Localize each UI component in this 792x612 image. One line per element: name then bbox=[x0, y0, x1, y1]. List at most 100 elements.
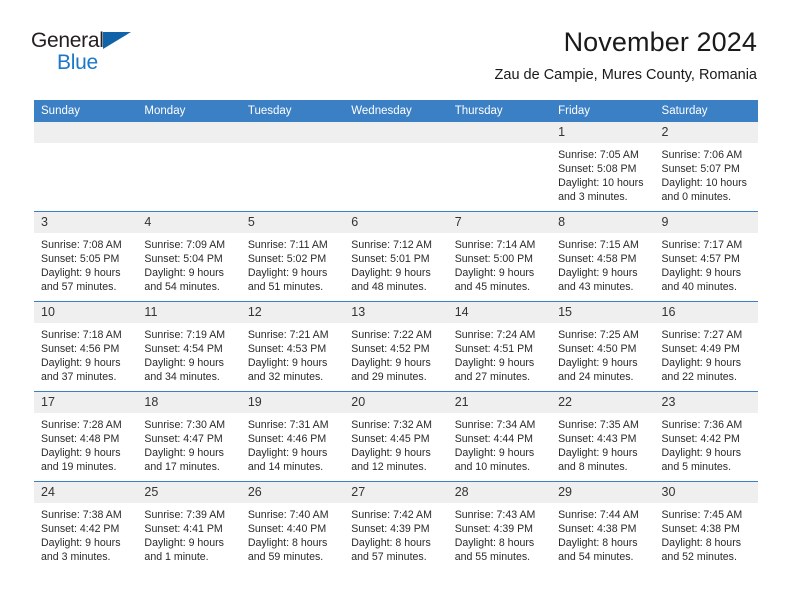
generalblue-logo[interactable]: General Blue bbox=[31, 28, 149, 78]
day-sun-details: Sunrise: 7:35 AM Sunset: 4:43 PM Daylight:… bbox=[551, 413, 654, 474]
sunrise-text: Sunrise: 7:32 AM bbox=[351, 419, 432, 432]
calendar-day-cell[interactable]: 20 Sunrise: 7:32 AM Sunset: 4:45 PM Dayligh… bbox=[344, 391, 448, 482]
sunset-text: Sunset: 4:56 PM bbox=[41, 343, 120, 356]
day-cell-inner: 22 Sunrise: 7:35 AM Sunset: 4:43 PM Dayligh… bbox=[551, 392, 655, 481]
day-number bbox=[344, 122, 448, 144]
calendar-week-row: 3 Sunrise: 7:08 AM Sunset: 5:05 PM Daylight… bbox=[34, 211, 758, 302]
sunrise-text: Sunrise: 7:05 AM bbox=[558, 149, 639, 162]
weekday-header-row: Sunday Monday Tuesday Wednesday Thursday… bbox=[34, 100, 758, 123]
calendar-day-cell[interactable]: 13 Sunrise: 7:22 AM Sunset: 4:52 PM Dayligh… bbox=[344, 301, 448, 392]
calendar-day-cell[interactable]: 25 Sunrise: 7:39 AM Sunset: 4:41 PM Dayligh… bbox=[137, 481, 241, 572]
calendar-day-cell[interactable]: 28 Sunrise: 7:43 AM Sunset: 4:39 PM Dayligh… bbox=[447, 481, 552, 572]
sunset-text: Sunset: 5:02 PM bbox=[247, 253, 327, 266]
day-sun-details: Sunrise: 7:21 AM Sunset: 4:53 PM Daylight:… bbox=[241, 323, 344, 384]
calendar-header-row-group: Sunday Monday Tuesday Wednesday Thursday… bbox=[34, 100, 758, 123]
sunrise-text: Sunrise: 7:36 AM bbox=[661, 419, 743, 432]
day-sun-details: Sunrise: 7:12 AM Sunset: 5:01 PM Daylight:… bbox=[344, 233, 447, 294]
calendar-week-row: 24 Sunrise: 7:38 AM Sunset: 4:42 PM Dayligh… bbox=[34, 481, 758, 572]
calendar-day-cell[interactable]: 9 Sunrise: 7:17 AM Sunset: 4:57 PM Daylight… bbox=[654, 211, 758, 302]
day-cell-inner: 9 Sunrise: 7:17 AM Sunset: 4:57 PM Daylight… bbox=[654, 212, 758, 301]
calendar-day-cell[interactable]: 22 Sunrise: 7:35 AM Sunset: 4:43 PM Dayligh… bbox=[551, 391, 655, 482]
day-number: 1 bbox=[551, 122, 655, 144]
calendar-day-cell[interactable]: 15 Sunrise: 7:25 AM Sunset: 4:50 PM Dayligh… bbox=[551, 301, 655, 392]
day-number: 29 bbox=[551, 482, 655, 504]
calendar-day-cell[interactable]: 11 Sunrise: 7:19 AM Sunset: 4:54 PM Dayligh… bbox=[137, 301, 241, 392]
day-cell-inner: 17 Sunrise: 7:28 AM Sunset: 4:48 PM Dayligh… bbox=[34, 392, 138, 481]
day-cell-inner bbox=[137, 122, 241, 211]
day-cell-inner: 28 Sunrise: 7:43 AM Sunset: 4:39 PM Dayligh… bbox=[447, 482, 552, 571]
sunrise-text: Sunrise: 7:45 AM bbox=[661, 509, 743, 522]
calendar-day-cell-empty bbox=[240, 122, 345, 212]
sunset-text: Sunset: 4:41 PM bbox=[144, 523, 223, 536]
day-cell-inner: 16 Sunrise: 7:27 AM Sunset: 4:49 PM Dayligh… bbox=[654, 302, 758, 391]
calendar-week-row: 10 Sunrise: 7:18 AM Sunset: 4:56 PM Dayligh… bbox=[34, 301, 758, 392]
calendar-day-cell[interactable]: 26 Sunrise: 7:40 AM Sunset: 4:40 PM Dayligh… bbox=[240, 481, 345, 572]
day-number: 9 bbox=[654, 212, 758, 234]
calendar-day-cell[interactable]: 12 Sunrise: 7:21 AM Sunset: 4:53 PM Dayligh… bbox=[240, 301, 345, 392]
day-cell-inner: 13 Sunrise: 7:22 AM Sunset: 4:52 PM Dayligh… bbox=[344, 302, 448, 391]
calendar-day-cell[interactable]: 3 Sunrise: 7:08 AM Sunset: 5:05 PM Daylight… bbox=[34, 211, 138, 302]
daylight-text: Daylight: 9 hours and 3 minutes. bbox=[41, 537, 121, 564]
day-number: 25 bbox=[137, 482, 241, 504]
day-number: 10 bbox=[34, 302, 138, 324]
day-number: 26 bbox=[240, 482, 345, 504]
calendar-day-cell[interactable]: 19 Sunrise: 7:31 AM Sunset: 4:46 PM Dayligh… bbox=[240, 391, 345, 482]
day-sun-details: Sunrise: 7:08 AM Sunset: 5:05 PM Daylight:… bbox=[34, 233, 137, 294]
sunrise-text: Sunrise: 7:15 AM bbox=[558, 239, 639, 252]
logo-text-blue: Blue bbox=[57, 51, 98, 74]
calendar-day-cell[interactable]: 1 Sunrise: 7:05 AM Sunset: 5:08 PM Daylight… bbox=[551, 122, 655, 212]
sunset-text: Sunset: 5:08 PM bbox=[558, 163, 637, 176]
calendar-day-cell[interactable]: 29 Sunrise: 7:44 AM Sunset: 4:38 PM Dayligh… bbox=[551, 481, 655, 572]
day-number bbox=[447, 122, 552, 144]
day-number: 3 bbox=[34, 212, 138, 234]
calendar-day-cell[interactable]: 2 Sunrise: 7:06 AM Sunset: 5:07 PM Daylight… bbox=[654, 122, 758, 212]
day-sun-details: Sunrise: 7:40 AM Sunset: 4:40 PM Daylight:… bbox=[241, 503, 344, 564]
calendar-day-cell[interactable]: 27 Sunrise: 7:42 AM Sunset: 4:39 PM Dayligh… bbox=[344, 481, 448, 572]
location-subtitle: Zau de Campie, Mures County, Romania bbox=[494, 67, 757, 84]
daylight-text: Daylight: 9 hours and 37 minutes. bbox=[41, 357, 121, 384]
calendar-day-cell[interactable]: 6 Sunrise: 7:12 AM Sunset: 5:01 PM Daylight… bbox=[344, 211, 448, 302]
calendar-day-cell[interactable]: 23 Sunrise: 7:36 AM Sunset: 4:42 PM Dayligh… bbox=[654, 391, 758, 482]
sunset-text: Sunset: 5:00 PM bbox=[454, 253, 534, 266]
sunset-text: Sunset: 4:53 PM bbox=[247, 343, 327, 356]
weekday-header-wednesday: Wednesday bbox=[344, 100, 448, 123]
weekday-header-monday: Monday bbox=[137, 100, 241, 123]
day-sun-details: Sunrise: 7:19 AM Sunset: 4:54 PM Daylight:… bbox=[137, 323, 240, 384]
daylight-text: Daylight: 9 hours and 40 minutes. bbox=[661, 267, 742, 294]
calendar-day-cell[interactable]: 16 Sunrise: 7:27 AM Sunset: 4:49 PM Dayligh… bbox=[654, 301, 758, 392]
daylight-text: Daylight: 9 hours and 5 minutes. bbox=[661, 447, 742, 474]
calendar-day-cell[interactable]: 10 Sunrise: 7:18 AM Sunset: 4:56 PM Dayligh… bbox=[34, 301, 138, 392]
sunset-text: Sunset: 4:42 PM bbox=[41, 523, 120, 536]
weekday-header-saturday: Saturday bbox=[654, 100, 758, 123]
day-number: 2 bbox=[654, 122, 758, 144]
calendar-day-cell[interactable]: 8 Sunrise: 7:15 AM Sunset: 4:58 PM Daylight… bbox=[551, 211, 655, 302]
day-sun-details: Sunrise: 7:42 AM Sunset: 4:39 PM Daylight:… bbox=[344, 503, 447, 564]
day-cell-inner: 3 Sunrise: 7:08 AM Sunset: 5:05 PM Daylight… bbox=[34, 212, 138, 301]
calendar-day-cell[interactable]: 18 Sunrise: 7:30 AM Sunset: 4:47 PM Dayligh… bbox=[137, 391, 241, 482]
calendar-day-cell[interactable]: 21 Sunrise: 7:34 AM Sunset: 4:44 PM Dayligh… bbox=[447, 391, 552, 482]
weekday-header-friday: Friday bbox=[551, 100, 655, 123]
sunset-text: Sunset: 5:05 PM bbox=[41, 253, 120, 266]
calendar-day-cell[interactable]: 30 Sunrise: 7:45 AM Sunset: 4:38 PM Dayligh… bbox=[654, 481, 758, 572]
day-cell-inner: 8 Sunrise: 7:15 AM Sunset: 4:58 PM Daylight… bbox=[551, 212, 655, 301]
calendar-day-cell[interactable]: 24 Sunrise: 7:38 AM Sunset: 4:42 PM Dayligh… bbox=[34, 481, 138, 572]
calendar-day-cell[interactable]: 5 Sunrise: 7:11 AM Sunset: 5:02 PM Daylight… bbox=[240, 211, 345, 302]
daylight-text: Daylight: 10 hours and 3 minutes. bbox=[558, 177, 644, 204]
day-number: 4 bbox=[137, 212, 241, 234]
sunset-text: Sunset: 4:50 PM bbox=[558, 343, 637, 356]
calendar-day-cell[interactable]: 7 Sunrise: 7:14 AM Sunset: 5:00 PM Daylight… bbox=[447, 211, 552, 302]
daylight-text: Daylight: 9 hours and 45 minutes. bbox=[454, 267, 535, 294]
day-sun-details: Sunrise: 7:05 AM Sunset: 5:08 PM Daylight:… bbox=[551, 143, 654, 204]
day-cell-inner bbox=[447, 122, 552, 211]
day-number: 24 bbox=[34, 482, 138, 504]
day-sun-details: Sunrise: 7:43 AM Sunset: 4:39 PM Daylight:… bbox=[448, 503, 551, 564]
sunset-text: Sunset: 4:46 PM bbox=[247, 433, 327, 446]
calendar-day-cell[interactable]: 14 Sunrise: 7:24 AM Sunset: 4:51 PM Dayligh… bbox=[447, 301, 552, 392]
daylight-text: Daylight: 9 hours and 14 minutes. bbox=[247, 447, 328, 474]
day-sun-details: Sunrise: 7:17 AM Sunset: 4:57 PM Daylight:… bbox=[655, 233, 758, 294]
calendar-day-cell[interactable]: 4 Sunrise: 7:09 AM Sunset: 5:04 PM Daylight… bbox=[137, 211, 241, 302]
calendar-day-cell-empty bbox=[344, 122, 448, 212]
sunset-text: Sunset: 4:43 PM bbox=[558, 433, 637, 446]
day-number: 19 bbox=[240, 392, 345, 414]
calendar-day-cell[interactable]: 17 Sunrise: 7:28 AM Sunset: 4:48 PM Dayligh… bbox=[34, 391, 138, 482]
